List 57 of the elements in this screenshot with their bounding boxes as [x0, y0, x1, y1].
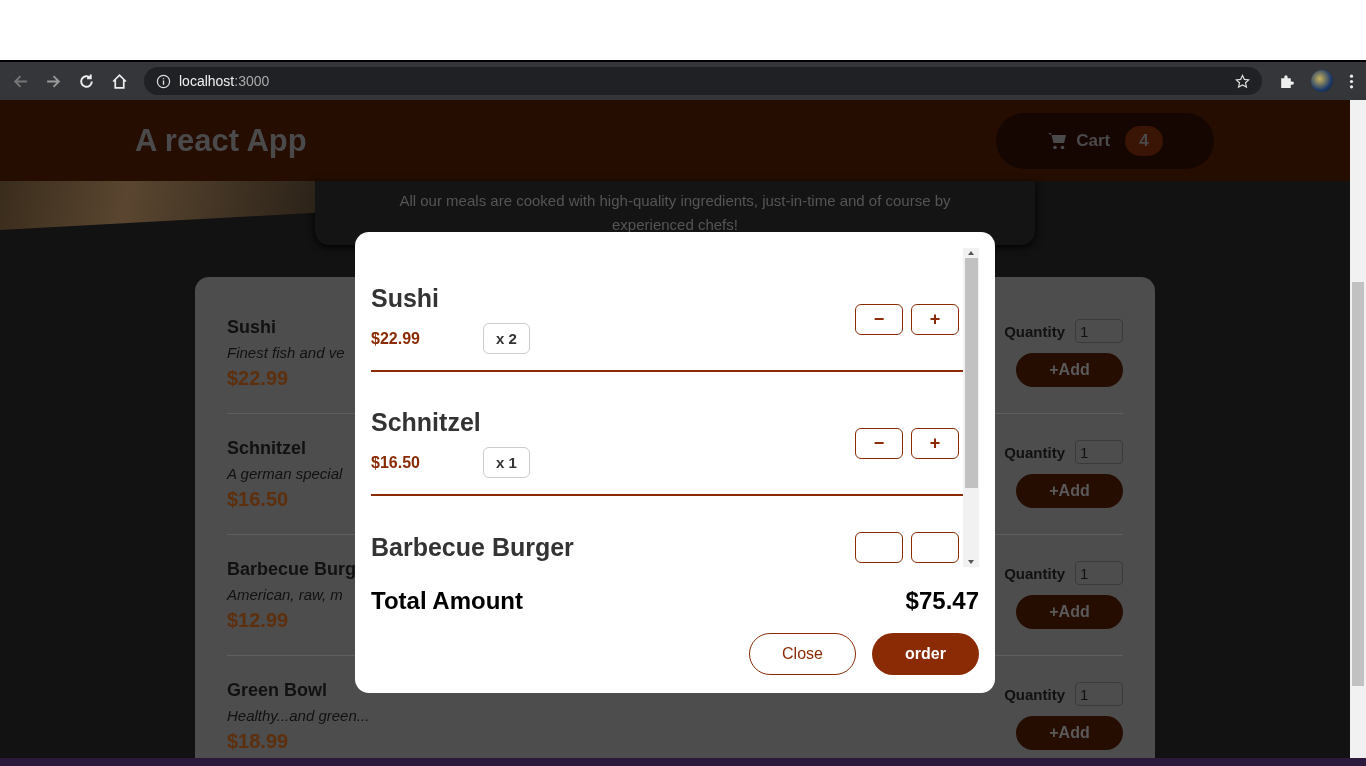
profile-avatar[interactable] — [1311, 70, 1333, 92]
cart-item-quantity: x 2 — [483, 323, 530, 354]
cart-icon — [1047, 130, 1068, 151]
cart-count-badge: 4 — [1125, 125, 1163, 156]
summary-text: All our meals are cooked with high-quality ingredients, just-in-time and of course by experienced chefs! — [398, 191, 952, 235]
total-amount: $75.47 — [905, 587, 979, 615]
quantity-label: Quantity — [1004, 685, 1065, 703]
cart-item-price: $16.50 — [371, 453, 421, 472]
meal-price: $22.99 — [227, 366, 290, 390]
meal-name: Green Bowl — [227, 679, 329, 701]
meal-description: American, raw, m — [227, 585, 344, 603]
increase-button[interactable]: + — [911, 427, 959, 459]
page-scrollbar[interactable] — [1350, 100, 1366, 758]
cart-item-price: $22.99 — [371, 329, 421, 348]
quantity-label: Quantity — [1004, 564, 1065, 582]
increase-button[interactable]: + — [911, 303, 959, 335]
url-text: localhost:3000 — [179, 73, 271, 89]
meal-description: Finest fish and ve — [227, 343, 345, 361]
meal-description: Healthy...and green... — [227, 706, 370, 724]
total-label: Total Amount — [371, 587, 523, 615]
reload-icon[interactable] — [78, 72, 95, 90]
add-button[interactable]: +Add — [1016, 716, 1123, 750]
app-title: A react App — [135, 122, 307, 159]
cart-button[interactable]: Cart 4 — [996, 112, 1214, 169]
puzzle-icon[interactable] — [1278, 72, 1295, 90]
home-icon[interactable] — [111, 72, 128, 90]
quantity-input[interactable]: 1 — [1075, 682, 1123, 706]
add-button[interactable]: +Add — [1016, 595, 1123, 629]
meal-price: $12.99 — [227, 608, 290, 632]
modal-scrollbar[interactable] — [963, 248, 979, 567]
increase-button[interactable] — [911, 532, 959, 563]
cart-item-name: Sushi — [371, 284, 441, 313]
order-button[interactable]: order — [872, 633, 979, 675]
cart-item-name: Barbecue Burger — [371, 533, 574, 562]
meal-name: Schnitzel — [227, 437, 307, 459]
meal-price: $16.50 — [227, 487, 290, 511]
meal-description: A german special — [227, 464, 343, 482]
quantity-input[interactable]: 1 — [1075, 319, 1123, 343]
decrease-button[interactable]: − — [855, 303, 903, 335]
add-button[interactable]: +Add — [1016, 353, 1123, 387]
cart-item-name: Schnitzel — [371, 408, 482, 437]
add-button[interactable]: +Add — [1016, 474, 1123, 508]
quantity-input[interactable]: 1 — [1075, 561, 1123, 585]
close-button[interactable]: Close — [749, 633, 856, 675]
meal-name: Barbecue Burg — [227, 558, 357, 580]
cart-item-quantity: x 1 — [483, 447, 530, 478]
decrease-button[interactable]: − — [855, 427, 903, 459]
quantity-label: Quantity — [1004, 443, 1065, 461]
menu-icon[interactable] — [1349, 72, 1354, 90]
quantity-input[interactable]: 1 — [1075, 440, 1123, 464]
address-bar[interactable]: localhost:3000 — [144, 67, 1262, 95]
meal-price: $18.99 — [227, 729, 290, 753]
meal-name: Sushi — [227, 316, 277, 338]
info-icon — [156, 73, 171, 89]
decrease-button[interactable] — [855, 532, 903, 563]
quantity-label: Quantity — [1004, 322, 1065, 340]
star-icon[interactable] — [1235, 73, 1250, 89]
